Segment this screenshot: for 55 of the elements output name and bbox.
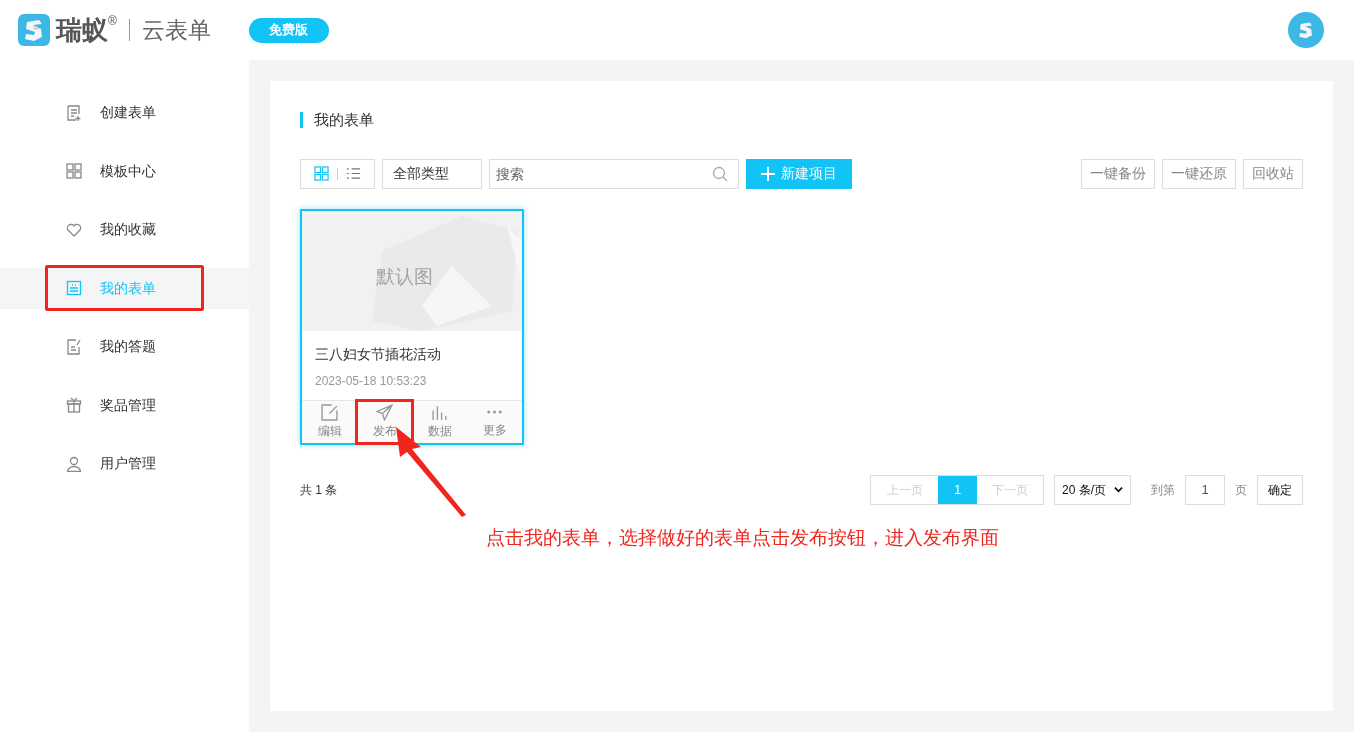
edit-icon xyxy=(321,403,338,421)
search-field[interactable]: 搜索 xyxy=(489,158,739,189)
heart-icon xyxy=(66,221,82,238)
user-avatar[interactable] xyxy=(1288,12,1324,48)
gift-icon xyxy=(66,397,82,413)
search-icon xyxy=(712,165,728,182)
plan-badge: 免费版 xyxy=(248,17,329,43)
card-date: 2023-05-18 10:53:23 xyxy=(315,372,428,390)
product-name: 云表单 xyxy=(141,15,211,45)
bar-chart-icon xyxy=(431,403,448,421)
user-icon xyxy=(66,455,82,472)
sidebar-item[interactable]: 模板中心 xyxy=(0,150,249,192)
grid-view-button[interactable] xyxy=(314,166,329,181)
sidebar-item[interactable]: 用户管理 xyxy=(0,443,249,484)
search-input[interactable]: 搜索 xyxy=(490,159,712,188)
list-view-button[interactable] xyxy=(346,166,361,181)
page-input[interactable]: 1 xyxy=(1185,474,1225,505)
plus-icon xyxy=(761,166,775,181)
more-icon xyxy=(487,410,502,414)
form-card[interactable]: 默认图 三八妇女节插花活动 2023-05-18 10:53:23 编辑 发布 数据 更多 xyxy=(300,208,524,445)
toolbar-button[interactable]: 一键备份 xyxy=(1081,158,1155,189)
goto-label: 到第 xyxy=(1151,481,1175,499)
list-icon xyxy=(346,166,361,181)
answer-icon xyxy=(66,338,82,355)
chevron-down-icon xyxy=(1114,485,1123,494)
sidebar-item[interactable]: 创建表单 xyxy=(0,92,249,133)
sidebar-item[interactable]: 我的表单 xyxy=(0,267,249,309)
page-size-select[interactable]: 20 条/页 xyxy=(1054,474,1131,505)
registered-mark: ® xyxy=(108,13,117,28)
brand-name: 瑞蚁 xyxy=(56,17,108,43)
type-filter[interactable]: 全部类型 xyxy=(382,158,482,189)
paper-plane-icon xyxy=(376,403,393,421)
grid-icon xyxy=(66,163,82,179)
grid-icon xyxy=(314,166,329,181)
card-action-button[interactable]: 更多 xyxy=(467,400,522,443)
form-icon xyxy=(66,280,82,296)
toolbar-button[interactable]: 一键还原 xyxy=(1162,158,1236,189)
card-action-button[interactable]: 数据 xyxy=(412,400,467,443)
cover-text: 默认图 xyxy=(376,264,433,289)
toolbar-button[interactable]: 回收站 xyxy=(1243,158,1303,189)
panel-title: 我的表单 xyxy=(314,110,374,130)
sidebar-item[interactable]: 我的答题 xyxy=(0,326,249,367)
new-project-button[interactable]: 新建项目 xyxy=(746,158,852,189)
confirm-button[interactable]: 确定 xyxy=(1257,474,1303,505)
card-action-button[interactable]: 编辑 xyxy=(302,400,357,443)
logo-icon xyxy=(18,14,50,46)
sidebar-item[interactable]: 我的收藏 xyxy=(0,209,249,250)
sidebar-item[interactable]: 奖品管理 xyxy=(0,384,249,426)
card-title: 三八妇女节插花活动 xyxy=(315,344,442,364)
total-count: 共 1 条 xyxy=(300,481,338,499)
form-add-icon xyxy=(66,104,82,121)
card-action-button[interactable]: 发布 xyxy=(357,400,412,443)
page-button[interactable]: 1 xyxy=(938,475,977,504)
annotation-caption: 点击我的表单，选择做好的表单点击发布按钮，进入发布界面 xyxy=(486,526,999,550)
page-unit: 页 xyxy=(1235,481,1247,499)
